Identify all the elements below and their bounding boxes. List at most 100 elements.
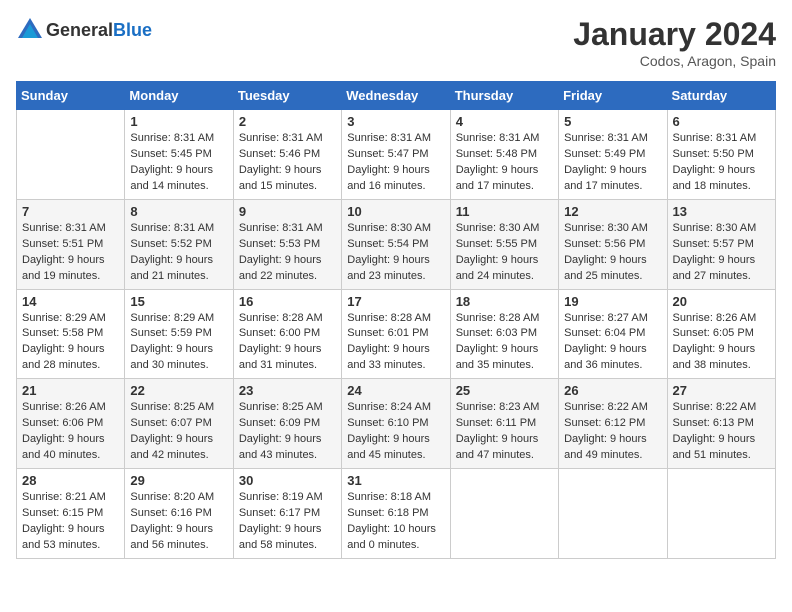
- day-cell: 5 Sunrise: 8:31 AMSunset: 5:49 PMDaylight…: [559, 110, 667, 200]
- day-info: Sunrise: 8:25 AMSunset: 6:09 PMDaylight:…: [239, 400, 336, 464]
- week-row-4: 21 Sunrise: 8:26 AMSunset: 6:06 PMDayligh…: [17, 379, 776, 469]
- calendar-table: SundayMondayTuesdayWednesdayThursdayFrid…: [16, 81, 776, 559]
- col-header-thursday: Thursday: [450, 82, 558, 110]
- day-cell: 4 Sunrise: 8:31 AMSunset: 5:48 PMDaylight…: [450, 110, 558, 200]
- day-number: 26: [564, 383, 661, 398]
- day-cell: 15 Sunrise: 8:29 AMSunset: 5:59 PMDayligh…: [125, 289, 233, 379]
- day-cell: 9Sunrise: 8:31 AMSunset: 5:53 PMDaylight…: [233, 199, 341, 289]
- day-number: 11: [456, 204, 553, 219]
- day-info: Sunrise: 8:30 AMSunset: 5:57 PMDaylight:…: [673, 221, 770, 285]
- day-number: 13: [673, 204, 770, 219]
- day-number: 25: [456, 383, 553, 398]
- day-number: 28: [22, 473, 119, 488]
- day-cell: 23 Sunrise: 8:25 AMSunset: 6:09 PMDayligh…: [233, 379, 341, 469]
- day-info: Sunrise: 8:23 AMSunset: 6:11 PMDaylight:…: [456, 400, 553, 464]
- logo-icon: [16, 16, 44, 44]
- day-info: Sunrise: 8:29 AMSunset: 5:59 PMDaylight:…: [130, 311, 227, 375]
- day-number: 1: [130, 114, 227, 129]
- day-cell: [667, 469, 775, 559]
- day-number: 6: [673, 114, 770, 129]
- day-info: Sunrise: 8:31 AMSunset: 5:53 PMDaylight:…: [239, 221, 336, 285]
- day-cell: 21 Sunrise: 8:26 AMSunset: 6:06 PMDayligh…: [17, 379, 125, 469]
- day-info: Sunrise: 8:30 AMSunset: 5:54 PMDaylight:…: [347, 221, 444, 285]
- day-number: 17: [347, 294, 444, 309]
- col-header-saturday: Saturday: [667, 82, 775, 110]
- day-cell: [17, 110, 125, 200]
- day-info: Sunrise: 8:24 AMSunset: 6:10 PMDaylight:…: [347, 400, 444, 464]
- day-info: Sunrise: 8:18 AMSunset: 6:18 PMDaylight:…: [347, 490, 444, 554]
- day-cell: 7Sunrise: 8:31 AMSunset: 5:51 PMDaylight…: [17, 199, 125, 289]
- day-cell: 2 Sunrise: 8:31 AMSunset: 5:46 PMDaylight…: [233, 110, 341, 200]
- logo-text: GeneralBlue: [46, 20, 152, 41]
- day-number: 16: [239, 294, 336, 309]
- day-cell: 28 Sunrise: 8:21 AMSunset: 6:15 PMDayligh…: [17, 469, 125, 559]
- day-info: Sunrise: 8:31 AMSunset: 5:46 PMDaylight:…: [239, 131, 336, 195]
- day-cell: 20Sunrise: 8:26 AMSunset: 6:05 PMDayligh…: [667, 289, 775, 379]
- col-header-monday: Monday: [125, 82, 233, 110]
- day-cell: 26 Sunrise: 8:22 AMSunset: 6:12 PMDayligh…: [559, 379, 667, 469]
- day-info: Sunrise: 8:31 AMSunset: 5:48 PMDaylight:…: [456, 131, 553, 195]
- day-cell: 24 Sunrise: 8:24 AMSunset: 6:10 PMDayligh…: [342, 379, 450, 469]
- day-number: 3: [347, 114, 444, 129]
- day-info: Sunrise: 8:26 AMSunset: 6:06 PMDaylight:…: [22, 400, 119, 464]
- day-cell: 12Sunrise: 8:30 AMSunset: 5:56 PMDayligh…: [559, 199, 667, 289]
- day-info: Sunrise: 8:30 AMSunset: 5:55 PMDaylight:…: [456, 221, 553, 285]
- day-number: 19: [564, 294, 661, 309]
- day-cell: 10 Sunrise: 8:30 AMSunset: 5:54 PMDayligh…: [342, 199, 450, 289]
- day-cell: 1 Sunrise: 8:31 AMSunset: 5:45 PMDaylight…: [125, 110, 233, 200]
- day-cell: 29 Sunrise: 8:20 AMSunset: 6:16 PMDayligh…: [125, 469, 233, 559]
- day-number: 7: [22, 204, 119, 219]
- col-header-sunday: Sunday: [17, 82, 125, 110]
- day-number: 10: [347, 204, 444, 219]
- month-title: January 2024: [573, 16, 776, 53]
- day-info: Sunrise: 8:19 AMSunset: 6:17 PMDaylight:…: [239, 490, 336, 554]
- day-number: 15: [130, 294, 227, 309]
- day-cell: 3 Sunrise: 8:31 AMSunset: 5:47 PMDaylight…: [342, 110, 450, 200]
- day-info: Sunrise: 8:28 AMSunset: 6:03 PMDaylight:…: [456, 311, 553, 375]
- day-number: 4: [456, 114, 553, 129]
- logo-blue: Blue: [113, 20, 152, 40]
- day-cell: 27Sunrise: 8:22 AMSunset: 6:13 PMDayligh…: [667, 379, 775, 469]
- day-info: Sunrise: 8:22 AMSunset: 6:13 PMDaylight:…: [673, 400, 770, 464]
- day-cell: 18Sunrise: 8:28 AMSunset: 6:03 PMDayligh…: [450, 289, 558, 379]
- day-cell: 8 Sunrise: 8:31 AMSunset: 5:52 PMDaylight…: [125, 199, 233, 289]
- day-number: 8: [130, 204, 227, 219]
- day-number: 23: [239, 383, 336, 398]
- day-number: 5: [564, 114, 661, 129]
- day-cell: 19 Sunrise: 8:27 AMSunset: 6:04 PMDayligh…: [559, 289, 667, 379]
- logo: GeneralBlue: [16, 16, 152, 44]
- title-area: January 2024 Codos, Aragon, Spain: [573, 16, 776, 69]
- day-cell: 14Sunrise: 8:29 AMSunset: 5:58 PMDayligh…: [17, 289, 125, 379]
- day-info: Sunrise: 8:25 AMSunset: 6:07 PMDaylight:…: [130, 400, 227, 464]
- day-cell: 31Sunrise: 8:18 AMSunset: 6:18 PMDayligh…: [342, 469, 450, 559]
- day-cell: 13 Sunrise: 8:30 AMSunset: 5:57 PMDayligh…: [667, 199, 775, 289]
- week-row-2: 7Sunrise: 8:31 AMSunset: 5:51 PMDaylight…: [17, 199, 776, 289]
- day-info: Sunrise: 8:31 AMSunset: 5:47 PMDaylight:…: [347, 131, 444, 195]
- day-info: Sunrise: 8:31 AMSunset: 5:45 PMDaylight:…: [130, 131, 227, 195]
- day-number: 24: [347, 383, 444, 398]
- week-row-5: 28 Sunrise: 8:21 AMSunset: 6:15 PMDayligh…: [17, 469, 776, 559]
- day-cell: 22Sunrise: 8:25 AMSunset: 6:07 PMDayligh…: [125, 379, 233, 469]
- day-cell: 30Sunrise: 8:19 AMSunset: 6:17 PMDayligh…: [233, 469, 341, 559]
- logo-general: General: [46, 20, 113, 40]
- col-header-wednesday: Wednesday: [342, 82, 450, 110]
- day-info: Sunrise: 8:26 AMSunset: 6:05 PMDaylight:…: [673, 311, 770, 375]
- day-info: Sunrise: 8:20 AMSunset: 6:16 PMDaylight:…: [130, 490, 227, 554]
- day-info: Sunrise: 8:28 AMSunset: 6:00 PMDaylight:…: [239, 311, 336, 375]
- day-info: Sunrise: 8:22 AMSunset: 6:12 PMDaylight:…: [564, 400, 661, 464]
- day-info: Sunrise: 8:27 AMSunset: 6:04 PMDaylight:…: [564, 311, 661, 375]
- week-row-3: 14Sunrise: 8:29 AMSunset: 5:58 PMDayligh…: [17, 289, 776, 379]
- day-info: Sunrise: 8:31 AMSunset: 5:49 PMDaylight:…: [564, 131, 661, 195]
- col-header-friday: Friday: [559, 82, 667, 110]
- day-info: Sunrise: 8:21 AMSunset: 6:15 PMDaylight:…: [22, 490, 119, 554]
- day-number: 2: [239, 114, 336, 129]
- day-info: Sunrise: 8:29 AMSunset: 5:58 PMDaylight:…: [22, 311, 119, 375]
- day-info: Sunrise: 8:31 AMSunset: 5:52 PMDaylight:…: [130, 221, 227, 285]
- day-info: Sunrise: 8:28 AMSunset: 6:01 PMDaylight:…: [347, 311, 444, 375]
- day-cell: 17 Sunrise: 8:28 AMSunset: 6:01 PMDayligh…: [342, 289, 450, 379]
- header: GeneralBlue January 2024 Codos, Aragon, …: [16, 16, 776, 69]
- week-row-1: 1 Sunrise: 8:31 AMSunset: 5:45 PMDaylight…: [17, 110, 776, 200]
- day-number: 29: [130, 473, 227, 488]
- day-number: 21: [22, 383, 119, 398]
- day-cell: [559, 469, 667, 559]
